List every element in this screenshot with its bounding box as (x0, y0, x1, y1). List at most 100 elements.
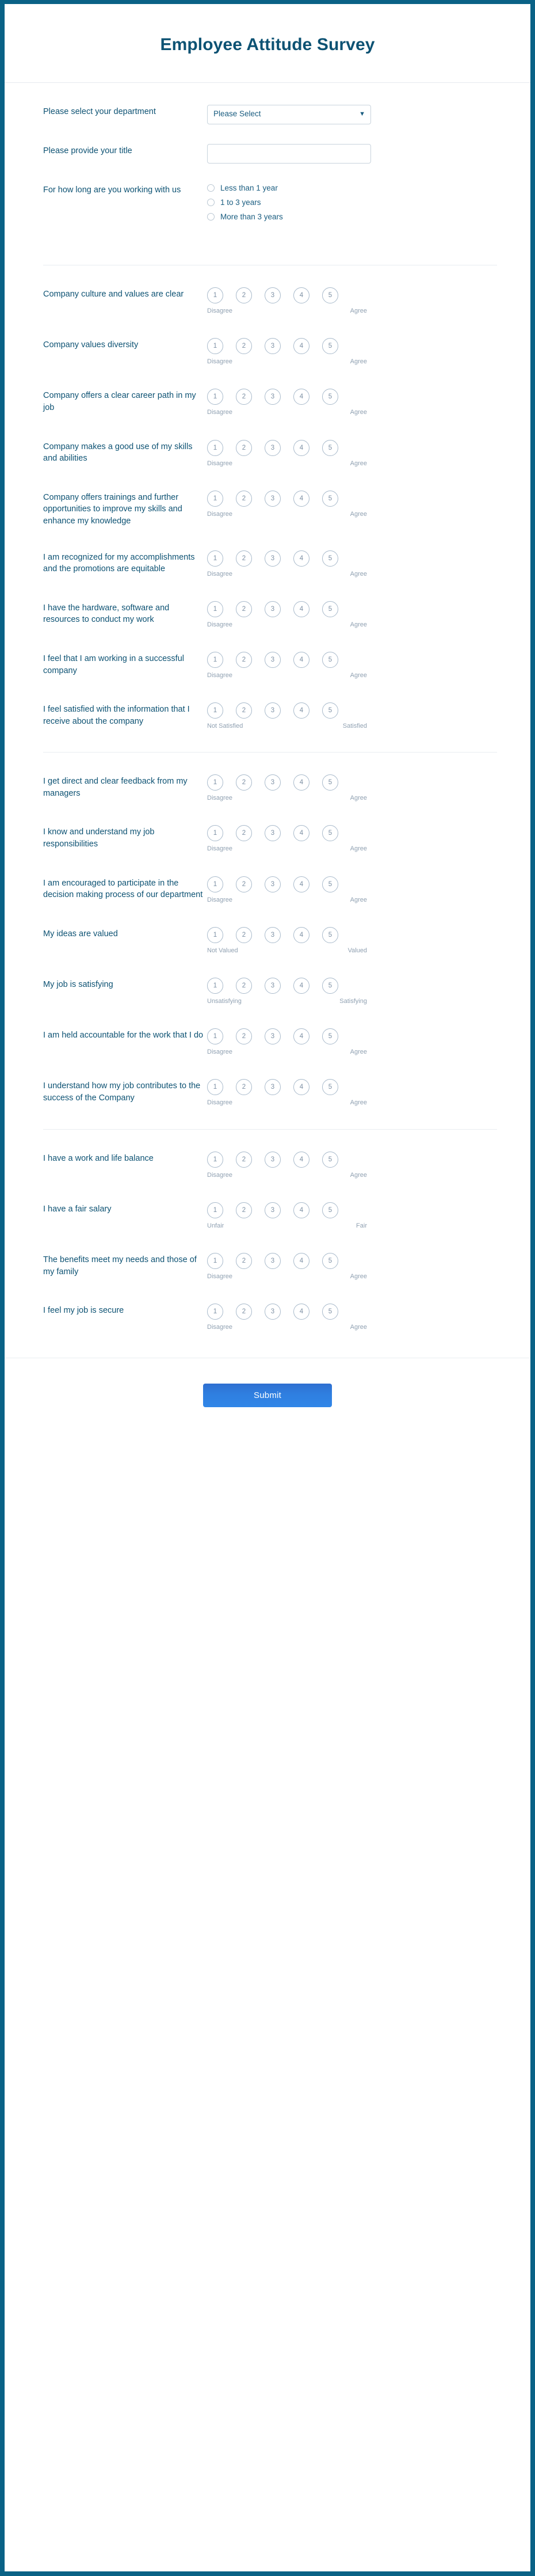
rating-option-5[interactable]: 5 (322, 490, 338, 507)
rating-option-3[interactable]: 3 (265, 978, 281, 994)
rating-option-1[interactable]: 1 (207, 389, 223, 405)
rating-option-1[interactable]: 1 (207, 1028, 223, 1045)
rating-option-3[interactable]: 3 (265, 1079, 281, 1096)
rating-option-5[interactable]: 5 (322, 287, 338, 304)
rating-option-4[interactable]: 4 (293, 926, 309, 943)
rating-option-5[interactable]: 5 (322, 439, 338, 456)
rating-option-2[interactable]: 2 (236, 1304, 252, 1320)
rating-option-4[interactable]: 4 (293, 1202, 309, 1218)
rating-option-5[interactable]: 5 (322, 1151, 338, 1168)
rating-option-4[interactable]: 4 (293, 1252, 309, 1269)
rating-option-3[interactable]: 3 (265, 439, 281, 456)
rating-option-2[interactable]: 2 (236, 1252, 252, 1269)
rating-option-5[interactable]: 5 (322, 1202, 338, 1218)
rating-option-1[interactable]: 1 (207, 651, 223, 668)
rating-option-5[interactable]: 5 (322, 1304, 338, 1320)
rating-option-1[interactable]: 1 (207, 876, 223, 892)
rating-option-2[interactable]: 2 (236, 774, 252, 791)
rating-option-3[interactable]: 3 (265, 287, 281, 304)
rating-option-3[interactable]: 3 (265, 702, 281, 719)
rating-option-3[interactable]: 3 (265, 389, 281, 405)
rating-option-3[interactable]: 3 (265, 926, 281, 943)
rating-option-3[interactable]: 3 (265, 1028, 281, 1045)
rating-option-5[interactable]: 5 (322, 338, 338, 355)
rating-option-5[interactable]: 5 (322, 702, 338, 719)
rating-option-3[interactable]: 3 (265, 550, 281, 567)
rating-option-5[interactable]: 5 (322, 389, 338, 405)
rating-option-4[interactable]: 4 (293, 1151, 309, 1168)
rating-option-3[interactable]: 3 (265, 876, 281, 892)
rating-option-4[interactable]: 4 (293, 389, 309, 405)
rating-option-2[interactable]: 2 (236, 1202, 252, 1218)
rating-option-4[interactable]: 4 (293, 439, 309, 456)
rating-option-2[interactable]: 2 (236, 338, 252, 355)
tenure-option-less-than-1-year[interactable]: Less than 1 year (207, 184, 497, 193)
rating-option-4[interactable]: 4 (293, 651, 309, 668)
rating-option-2[interactable]: 2 (236, 978, 252, 994)
rating-option-4[interactable]: 4 (293, 876, 309, 892)
rating-option-2[interactable]: 2 (236, 825, 252, 842)
rating-option-1[interactable]: 1 (207, 490, 223, 507)
rating-option-2[interactable]: 2 (236, 389, 252, 405)
rating-option-5[interactable]: 5 (322, 1028, 338, 1045)
rating-option-5[interactable]: 5 (322, 926, 338, 943)
rating-option-2[interactable]: 2 (236, 1028, 252, 1045)
rating-option-5[interactable]: 5 (322, 651, 338, 668)
rating-option-3[interactable]: 3 (265, 338, 281, 355)
rating-option-2[interactable]: 2 (236, 876, 252, 892)
rating-option-1[interactable]: 1 (207, 338, 223, 355)
rating-option-4[interactable]: 4 (293, 978, 309, 994)
submit-button[interactable]: Submit (203, 1384, 332, 1408)
rating-option-3[interactable]: 3 (265, 490, 281, 507)
rating-option-1[interactable]: 1 (207, 774, 223, 791)
rating-option-3[interactable]: 3 (265, 601, 281, 617)
rating-option-2[interactable]: 2 (236, 490, 252, 507)
rating-option-3[interactable]: 3 (265, 825, 281, 842)
rating-option-4[interactable]: 4 (293, 825, 309, 842)
rating-option-1[interactable]: 1 (207, 287, 223, 304)
rating-option-1[interactable]: 1 (207, 978, 223, 994)
tenure-option-1-to-3-years[interactable]: 1 to 3 years (207, 198, 497, 207)
rating-option-4[interactable]: 4 (293, 550, 309, 567)
rating-option-3[interactable]: 3 (265, 1202, 281, 1218)
rating-option-5[interactable]: 5 (322, 825, 338, 842)
rating-option-1[interactable]: 1 (207, 439, 223, 456)
rating-option-4[interactable]: 4 (293, 1079, 309, 1096)
rating-option-2[interactable]: 2 (236, 702, 252, 719)
rating-option-4[interactable]: 4 (293, 338, 309, 355)
rating-option-3[interactable]: 3 (265, 1304, 281, 1320)
rating-option-2[interactable]: 2 (236, 439, 252, 456)
job-title-input[interactable] (207, 143, 371, 164)
rating-option-4[interactable]: 4 (293, 1028, 309, 1045)
rating-option-5[interactable]: 5 (322, 774, 338, 791)
rating-option-2[interactable]: 2 (236, 1151, 252, 1168)
rating-option-4[interactable]: 4 (293, 287, 309, 304)
rating-option-4[interactable]: 4 (293, 601, 309, 617)
department-select[interactable]: Please Select (207, 104, 371, 124)
rating-option-1[interactable]: 1 (207, 1304, 223, 1320)
rating-option-5[interactable]: 5 (322, 1079, 338, 1096)
rating-option-3[interactable]: 3 (265, 1151, 281, 1168)
rating-option-5[interactable]: 5 (322, 550, 338, 567)
rating-option-2[interactable]: 2 (236, 601, 252, 617)
rating-option-1[interactable]: 1 (207, 1151, 223, 1168)
rating-option-1[interactable]: 1 (207, 1079, 223, 1096)
rating-option-2[interactable]: 2 (236, 550, 252, 567)
tenure-option-more-than-3-years[interactable]: More than 3 years (207, 212, 497, 222)
rating-option-1[interactable]: 1 (207, 1252, 223, 1269)
rating-option-3[interactable]: 3 (265, 1252, 281, 1269)
rating-option-4[interactable]: 4 (293, 1304, 309, 1320)
rating-option-5[interactable]: 5 (322, 876, 338, 892)
rating-option-1[interactable]: 1 (207, 1202, 223, 1218)
rating-option-2[interactable]: 2 (236, 926, 252, 943)
rating-option-1[interactable]: 1 (207, 825, 223, 842)
rating-option-3[interactable]: 3 (265, 774, 281, 791)
rating-option-1[interactable]: 1 (207, 550, 223, 567)
rating-option-1[interactable]: 1 (207, 926, 223, 943)
rating-option-2[interactable]: 2 (236, 651, 252, 668)
rating-option-2[interactable]: 2 (236, 1079, 252, 1096)
rating-option-2[interactable]: 2 (236, 287, 252, 304)
rating-option-1[interactable]: 1 (207, 601, 223, 617)
rating-option-3[interactable]: 3 (265, 651, 281, 668)
rating-option-1[interactable]: 1 (207, 702, 223, 719)
